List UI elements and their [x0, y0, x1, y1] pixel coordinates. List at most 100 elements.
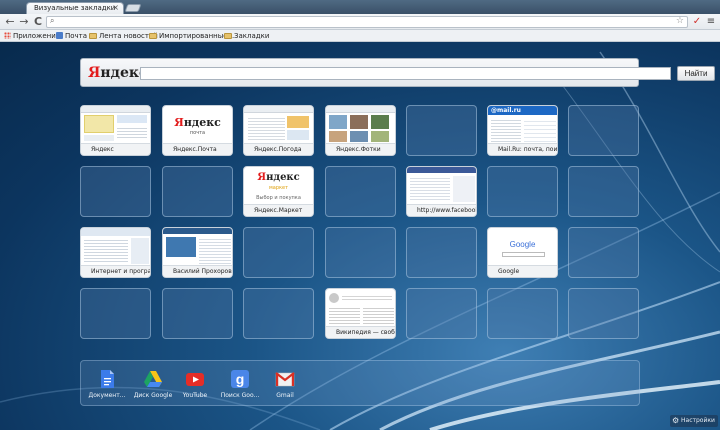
empty-tile[interactable]: [162, 166, 233, 217]
tile-label: Mail.Ru: почта, поиск: [488, 143, 557, 155]
bookmark-label: Почта: [65, 32, 88, 40]
empty-tile[interactable]: [406, 105, 477, 156]
empty-tile[interactable]: [406, 288, 477, 339]
google-logo: Google: [509, 240, 536, 249]
google-docs-icon: [101, 370, 114, 388]
folder-icon: [224, 33, 232, 39]
tile-yandex-market[interactable]: Яндекс маркет Выбор и покупка Яндекс.Мар…: [243, 166, 314, 217]
empty-tile[interactable]: [80, 288, 151, 339]
app-google-docs[interactable]: Документ...: [85, 369, 129, 399]
app-label: Gmail: [276, 392, 294, 399]
tile-facebook[interactable]: http://www.facebook.com: [406, 166, 477, 217]
bookmark-apps[interactable]: Приложения: [4, 31, 60, 41]
gear-icon: ⚙: [672, 416, 680, 425]
tile-label: Google: [488, 265, 557, 277]
tile-vasily-prokhorov[interactable]: Василий Прохоров: [162, 227, 233, 278]
yandex-mail-logo: Яндекс: [174, 116, 221, 129]
bookmark-news-feed[interactable]: Лента новостей: [89, 31, 158, 41]
bookmark-mail[interactable]: Почта: [56, 31, 87, 41]
tile-thumbnail: [163, 228, 232, 267]
empty-tile[interactable]: [325, 166, 396, 217]
empty-tile[interactable]: [406, 227, 477, 278]
mail-icon: [56, 32, 63, 39]
bookmark-label: Закладки: [234, 32, 270, 40]
apps-grid-icon: [4, 32, 11, 39]
app-gmail[interactable]: Gmail: [263, 369, 307, 399]
yandex-logo[interactable]: Яндекс: [88, 65, 147, 81]
tile-label: Яндекс: [81, 143, 150, 155]
address-bar[interactable]: ⌕ ☆: [46, 16, 688, 28]
tile-thumbnail: [326, 289, 395, 328]
yandex-market-logo: Яндекс: [257, 172, 300, 183]
tile-yandex-mail[interactable]: Яндекс почта Яндекс.Почта: [162, 105, 233, 156]
tile-wikipedia[interactable]: Википедия — свободная: [325, 288, 396, 339]
reload-icon[interactable]: C: [32, 15, 44, 28]
app-label: Диск Google: [133, 392, 173, 399]
empty-tile[interactable]: [243, 227, 314, 278]
folder-icon: [149, 33, 157, 39]
empty-tile[interactable]: [487, 288, 558, 339]
tile-label: Википедия — свободная: [326, 326, 395, 338]
thumb-caption: почта: [189, 130, 206, 136]
search-input[interactable]: [140, 67, 671, 80]
tile-label: Интернет и программы: [81, 265, 150, 277]
tile-thumbnail: Яндекс маркет Выбор и покупка: [244, 167, 313, 206]
svg-text:g: g: [236, 371, 245, 387]
tab-title: Визуальные закладки: [34, 4, 116, 12]
search-button[interactable]: Найти: [677, 66, 715, 81]
empty-tile[interactable]: [568, 227, 639, 278]
tile-thumbnail: [244, 106, 313, 145]
settings-button[interactable]: ⚙ Настройки: [670, 415, 718, 427]
extension-icon[interactable]: ✓: [691, 15, 703, 28]
app-label: Документ...: [88, 392, 126, 399]
bookmark-label: Импортированные...: [159, 32, 235, 40]
empty-tile[interactable]: [243, 288, 314, 339]
tile-mailru[interactable]: @mail.ru Mail.Ru: почта, поиск: [487, 105, 558, 156]
browser-toolbar: ← → C ⌕ ☆ ✓ ≡: [0, 14, 720, 30]
bookmark-bookmarks[interactable]: Закладки: [224, 31, 269, 41]
app-google-drive[interactable]: Диск Google: [131, 369, 175, 399]
search-icon: ⌕: [50, 16, 55, 25]
mailru-logo: @mail.ru: [488, 106, 557, 115]
youtube-icon: [186, 373, 204, 386]
gmail-icon: [275, 372, 295, 387]
tile-label: Василий Прохоров: [163, 265, 232, 277]
close-tab-icon[interactable]: ×: [112, 3, 119, 13]
tab-strip: Визуальные закладки ×: [0, 0, 720, 14]
app-google-search[interactable]: g Поиск Goo...: [218, 369, 262, 399]
tile-thumbnail: [407, 167, 476, 206]
empty-tile[interactable]: [568, 166, 639, 217]
tile-internet-programs[interactable]: Интернет и программы: [80, 227, 151, 278]
folder-icon: [89, 33, 97, 39]
bookmark-tiles: Яндекс Яндекс почта Яндекс.Почта Яндекс.…: [80, 105, 640, 340]
tile-label: Яндекс.Фотки: [326, 143, 395, 155]
empty-tile[interactable]: [80, 166, 151, 217]
empty-tile[interactable]: [568, 288, 639, 339]
app-label: YouTube: [182, 392, 208, 399]
back-arrow-icon[interactable]: ←: [4, 15, 16, 28]
google-drive-icon: [144, 371, 162, 387]
empty-tile[interactable]: [487, 166, 558, 217]
bookmarks-bar: Приложения Почта Лента новостей Импортир…: [0, 30, 720, 42]
tile-yandex-weather[interactable]: Яндекс.Погода: [243, 105, 314, 156]
apps-dock: Документ... Диск Google YouTube g Поиск …: [80, 360, 640, 406]
empty-tile[interactable]: [568, 105, 639, 156]
bookmark-imported[interactable]: Импортированные...: [149, 31, 234, 41]
yandex-search-bar: Яндекс Найти: [80, 58, 715, 87]
tile-thumbnail: [81, 106, 150, 145]
tile-yandex-photos[interactable]: Яндекс.Фотки: [325, 105, 396, 156]
tab-visual-bookmarks[interactable]: Визуальные закладки ×: [26, 2, 124, 14]
tile-label: Яндекс.Маркет: [244, 204, 313, 216]
app-youtube[interactable]: YouTube: [173, 369, 217, 399]
empty-tile[interactable]: [162, 288, 233, 339]
empty-tile[interactable]: [325, 227, 396, 278]
tile-label: http://www.facebook.com: [407, 204, 476, 216]
menu-icon[interactable]: ≡: [705, 15, 717, 28]
tile-google[interactable]: Google Google: [487, 227, 558, 278]
tile-yandex[interactable]: Яндекс: [80, 105, 151, 156]
forward-arrow-icon[interactable]: →: [18, 15, 30, 28]
new-tab-button[interactable]: [124, 4, 142, 12]
tile-thumbnail: @mail.ru: [488, 106, 557, 145]
tile-thumbnail: [326, 106, 395, 145]
bookmark-star-icon[interactable]: ☆: [676, 16, 684, 26]
